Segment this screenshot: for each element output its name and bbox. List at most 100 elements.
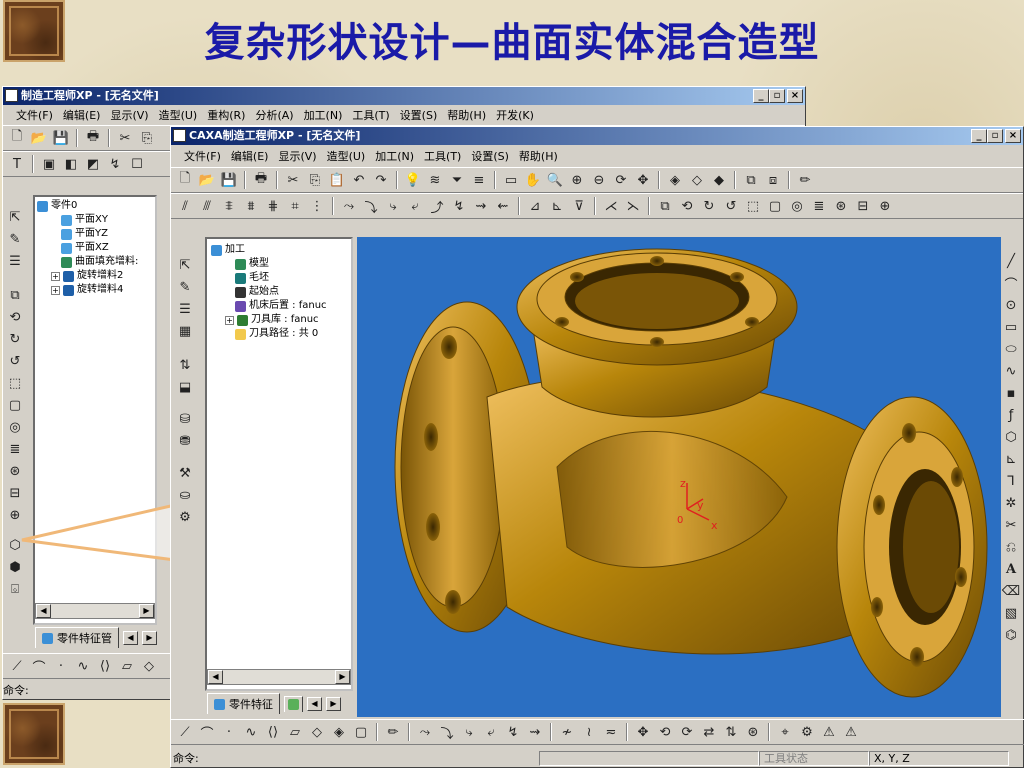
ellipse-icon[interactable]: ⬭	[1001, 339, 1021, 359]
machining-tool-icon[interactable]: ⛃	[175, 431, 195, 451]
tree-item[interactable]: 模型	[211, 257, 347, 271]
query-icon[interactable]: ⚠	[841, 722, 861, 742]
minimize-button[interactable]: _	[971, 129, 987, 143]
feature-tool-icon[interactable]: ⬚	[743, 196, 763, 216]
surface-edit-icon[interactable]: ⤵	[437, 722, 457, 742]
tree-item[interactable]: 零件0	[37, 199, 153, 213]
tree-item[interactable]: 平面XZ	[37, 241, 153, 255]
menu-item[interactable]: 造型(U)	[154, 107, 203, 123]
section-icon[interactable]: ⌬	[1001, 625, 1021, 645]
copy-icon[interactable]: ⎘	[305, 170, 325, 190]
tree-item[interactable]: + 旋转增料4	[37, 283, 153, 297]
feature-tool-icon[interactable]: ↺	[721, 196, 741, 216]
spline-icon[interactable]: ∿	[1001, 361, 1021, 381]
close-button[interactable]: ×	[787, 89, 803, 103]
revolve-tool-icon[interactable]: ⟲	[5, 307, 25, 327]
polyline-icon[interactable]: ⟨⟩	[95, 656, 115, 676]
select-arrow-icon[interactable]: ⇱	[5, 207, 25, 227]
tree-item[interactable]: 毛坯	[211, 271, 347, 285]
loft-icon[interactable]: ↺	[5, 351, 25, 371]
rect-icon[interactable]: ☐	[127, 154, 147, 174]
menu-item[interactable]: 显示(V)	[273, 148, 321, 164]
bulb-icon[interactable]: 💡	[403, 170, 423, 190]
tree-item[interactable]: 刀具路径 : 共 0	[211, 327, 347, 341]
scroll-left-button[interactable]: ◀	[208, 670, 223, 684]
wave-icon[interactable]: ≀	[579, 722, 599, 742]
feature-tool-icon[interactable]: ≣	[809, 196, 829, 216]
save-icon[interactable]: 💾	[51, 128, 71, 148]
command-input[interactable]	[539, 750, 759, 766]
surface-tool-icon[interactable]: ⋕	[263, 196, 283, 216]
menu-item[interactable]: 分析(A)	[250, 107, 298, 123]
expand-icon[interactable]: +	[51, 285, 60, 295]
menu-item[interactable]: 加工(N)	[370, 148, 419, 164]
menu-item[interactable]: 工具(T)	[419, 148, 466, 164]
pan-icon[interactable]: ✋	[523, 170, 543, 190]
color-icon[interactable]: ◧	[61, 154, 81, 174]
arc-icon[interactable]: ⌒	[1001, 273, 1021, 293]
copy-icon[interactable]: ⎘	[137, 128, 157, 148]
zoom-out-icon[interactable]: ⊖	[589, 170, 609, 190]
wireframe-icon[interactable]: ◈	[665, 170, 685, 190]
layer-icon[interactable]: ▣	[39, 154, 59, 174]
cut-icon[interactable]: ✂	[283, 170, 303, 190]
mirror-icon[interactable]: ⎌	[1001, 537, 1021, 557]
projection-icon[interactable]: ⊾	[1001, 449, 1021, 469]
menu-item[interactable]: 编辑(E)	[58, 107, 106, 123]
arc-icon[interactable]: ⌒	[29, 656, 49, 676]
tree-item[interactable]: 起始点	[211, 285, 347, 299]
feature-tool-icon[interactable]: ⊛	[831, 196, 851, 216]
box-icon[interactable]: ▢	[351, 722, 371, 742]
pattern-icon[interactable]: ⊛	[5, 461, 25, 481]
curve-tool-icon[interactable]: ⇜	[493, 196, 513, 216]
curve-tool-icon[interactable]: ⤶	[405, 196, 425, 216]
tab-part-features[interactable]: 零件特征	[207, 693, 280, 714]
text-tool-icon[interactable]: T	[7, 154, 27, 174]
tree-item[interactable]: 平面XY	[37, 213, 153, 227]
formula-curve-icon[interactable]: ƒ	[1001, 405, 1021, 425]
draft-icon[interactable]: ◩	[83, 154, 103, 174]
scroll-right-button[interactable]: ▶	[335, 670, 350, 684]
menu-item[interactable]: 编辑(E)	[226, 148, 274, 164]
tree-item[interactable]: + 刀具库 : fanuc	[211, 313, 347, 327]
curve-tool-icon[interactable]: ⤳	[339, 196, 359, 216]
transform-icon[interactable]: ⇅	[721, 722, 741, 742]
fillet-icon[interactable]: ◎	[5, 417, 25, 437]
feature-icon[interactable]: ⧉	[5, 285, 25, 305]
open-file-icon[interactable]: 📂	[29, 128, 49, 148]
surface-edit-icon[interactable]: ⤷	[459, 722, 479, 742]
wave-icon[interactable]: ≁	[557, 722, 577, 742]
curve-tool-icon[interactable]: ⤴	[427, 196, 447, 216]
tab-prev-button[interactable]: ◀	[307, 696, 322, 711]
diamond-icon[interactable]: ◇	[307, 722, 327, 742]
undo-icon[interactable]: ↶	[349, 170, 369, 190]
surface-edit-icon[interactable]: ⤶	[481, 722, 501, 742]
calculator-icon[interactable]: ▦	[175, 321, 195, 341]
surface-fill-tool-icon[interactable]: ⊕	[5, 505, 25, 525]
transform-icon[interactable]: ✥	[633, 722, 653, 742]
sweep-icon[interactable]: ↻	[5, 329, 25, 349]
select-arrow-icon[interactable]: ⇱	[175, 255, 195, 275]
feature-tool-icon[interactable]: ⧉	[655, 196, 675, 216]
query-icon[interactable]: ⚙	[797, 722, 817, 742]
surface-edit-icon[interactable]: ↯	[503, 722, 523, 742]
machining-tool-icon[interactable]: ⚒	[175, 463, 195, 483]
rectangle-icon[interactable]: ▭	[1001, 317, 1021, 337]
menu-item[interactable]: 工具(T)	[347, 107, 394, 123]
rotate-icon[interactable]: ⟳	[611, 170, 631, 190]
circle-icon[interactable]: ⊙	[1001, 295, 1021, 315]
curve-tool-icon[interactable]: ⇝	[471, 196, 491, 216]
tree-item[interactable]: 曲面填充增料:	[37, 255, 153, 269]
tab-next-button[interactable]: ▶	[326, 696, 341, 711]
surface-tool-icon[interactable]: ⩨	[219, 196, 239, 216]
tab-next-button[interactable]: ▶	[142, 630, 157, 645]
tab-part-features[interactable]: 零件特征管	[35, 627, 119, 648]
menu-item[interactable]: 文件(F)	[11, 107, 58, 123]
new-file-icon[interactable]: 🗋	[175, 170, 195, 190]
arc-icon[interactable]: ⌒	[197, 722, 217, 742]
list-icon[interactable]: ☰	[175, 299, 195, 319]
trim-icon[interactable]: ✂	[1001, 515, 1021, 535]
redo-icon[interactable]: ↷	[371, 170, 391, 190]
3d-viewport[interactable]: z y x 0	[357, 237, 1001, 717]
extrude-icon[interactable]: ⬚	[5, 373, 25, 393]
